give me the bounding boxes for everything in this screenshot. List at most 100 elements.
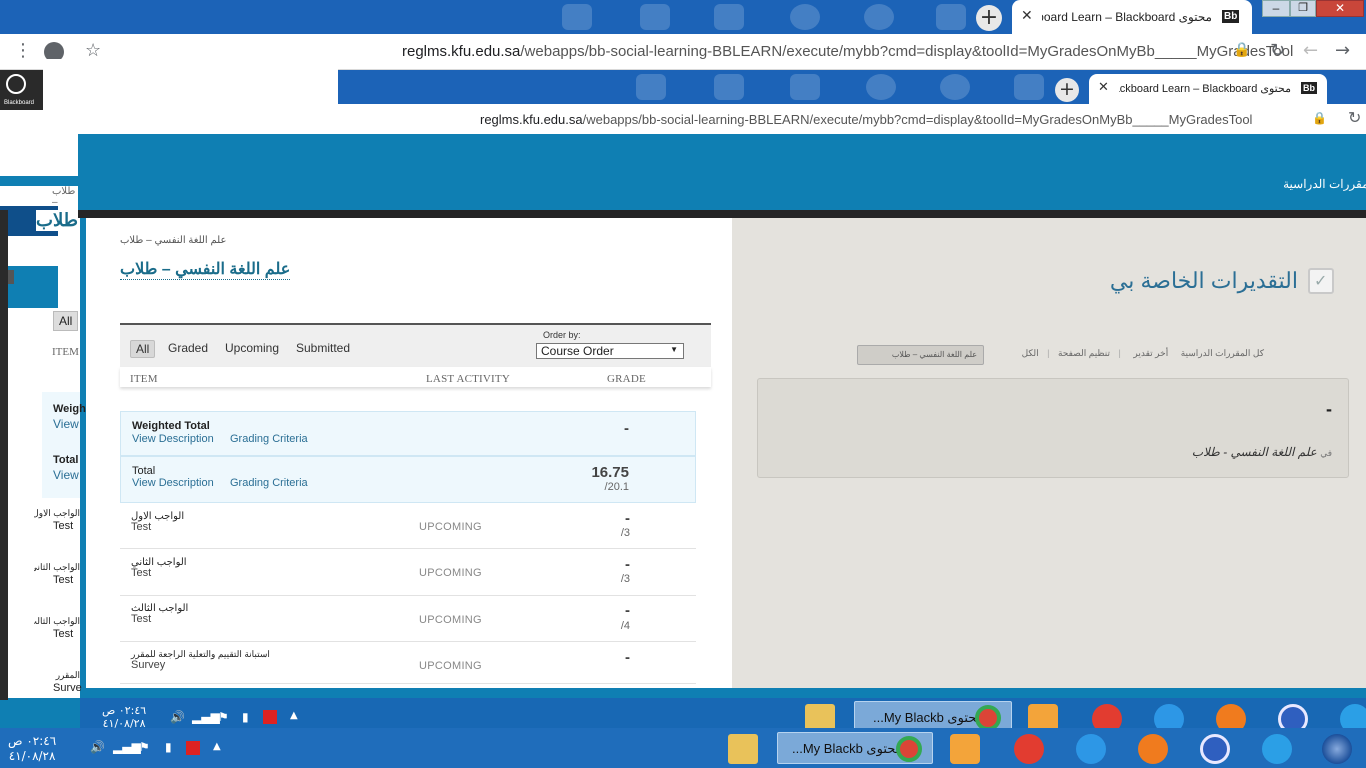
breadcrumb[interactable]: علم اللغة النفسي – طلاب — [120, 235, 226, 246]
close-window-icon[interactable]: ✕ — [1316, 0, 1364, 17]
grading-criteria-link[interactable]: Grading Criteria — [230, 433, 308, 445]
my-grades-filter-bar: كل المقررات الدراسية أخر تقدير | تنظيم ا… — [1021, 348, 1264, 358]
new-tab-button[interactable]: + — [976, 5, 1002, 31]
view-description-link[interactable]: View Description — [132, 477, 214, 489]
outer-url[interactable]: reglms.kfu.edu.sa/webapps/bb-social-lear… — [402, 43, 1293, 60]
ghost-breadcrumb: طلاب – — [52, 186, 76, 208]
inner-tab-close-icon[interactable]: ✕ — [1098, 81, 1109, 94]
order-by-select[interactable]: Course Order ▼ — [536, 343, 684, 359]
flag-icon[interactable]: ⚑ — [218, 710, 229, 724]
flag-icon[interactable]: ⚑ — [139, 740, 150, 754]
grading-criteria-link[interactable]: Grading Criteria — [230, 477, 308, 489]
inner-task-label: محتوى My Blackb... — [873, 710, 984, 725]
course-summary-card[interactable]: - في علم اللغة النفسي - طلاب — [757, 378, 1349, 478]
app-red-icon[interactable] — [1014, 734, 1044, 764]
back-arrow-icon[interactable]: ← — [1303, 42, 1318, 60]
view-description-link[interactable]: View Description — [132, 433, 214, 445]
filter-all[interactable]: الكل — [1022, 348, 1039, 358]
volume-icon[interactable]: 🔊 — [90, 740, 105, 754]
ghost-row: Test — [53, 628, 74, 640]
row-grade: - — [625, 510, 630, 527]
desktop-ghost-icon — [714, 74, 744, 100]
reload-icon[interactable]: ↻ — [1270, 42, 1285, 60]
row-status: UPCOMING — [419, 567, 482, 579]
outer-clock[interactable]: ٠٢:٤٦ ص ٤١/٠٨/٢٨ — [0, 728, 80, 768]
lightning-app-icon[interactable] — [1076, 734, 1106, 764]
filter-submitted-button[interactable]: Submitted — [296, 341, 350, 355]
table-row[interactable]: الواجب الاول Test UPCOMING - /3 — [120, 503, 696, 549]
ghost-edge — [0, 210, 8, 700]
table-row[interactable]: استبانة التقييم والتعلية الراجعة للمقرر … — [120, 642, 696, 684]
active-course-tab[interactable]: علم اللغة النفسي – طلاب — [857, 345, 984, 365]
tab-close-icon[interactable]: ✕ — [1021, 9, 1033, 23]
row-type: Test — [131, 521, 152, 533]
outer-taskbar: ٠٢:٤٦ ص ٤١/٠٨/٢٨ 🔊 ▂▄▆ ⚑ ▮ ▲ محتوى My Bl… — [0, 728, 1366, 768]
media-player-icon[interactable] — [950, 734, 980, 764]
battery-icon[interactable]: ▮ — [242, 710, 249, 724]
network-alert-icon[interactable] — [186, 741, 200, 755]
inner-active-tab[interactable]: ✕ محتوى Blackboard Learn – Blackboard Bb — [1089, 74, 1327, 104]
blackboard-favicon: Bb — [1222, 10, 1240, 23]
col-item[interactable]: ITEM — [130, 373, 158, 385]
row-title: Total — [132, 465, 156, 477]
filter-last-grade[interactable]: أخر تقدير — [1133, 348, 1168, 358]
grades-filter-bar: All Graded Upcoming Submitted Order by: … — [120, 323, 711, 367]
filter-graded-button[interactable]: Graded — [168, 341, 208, 355]
windows-start-icon[interactable] — [1322, 734, 1352, 764]
table-row[interactable]: Total View Description Grading Criteria … — [120, 456, 696, 503]
col-last-activity[interactable]: LAST ACTIVITY — [426, 373, 510, 385]
menu-dots-icon[interactable]: ⋮ — [14, 42, 32, 60]
ghost-band — [0, 176, 80, 186]
bookmark-star-icon[interactable]: ☆ — [85, 42, 101, 60]
order-by-value: Course Order — [541, 344, 614, 358]
tray-expand-icon[interactable]: ▲ — [290, 710, 298, 721]
nav-courses-link[interactable]: المقررات الدراسية — [1283, 177, 1366, 191]
outer-chrome-task[interactable]: محتوى My Blackb... — [777, 732, 933, 764]
ghost-row: Weigh — [53, 403, 86, 415]
restore-icon[interactable]: ❐ — [1290, 0, 1316, 17]
table-row[interactable]: الواجب الثالث Test UPCOMING - /4 — [120, 596, 696, 642]
inner-new-tab-button[interactable]: + — [1055, 78, 1079, 102]
filter-all-button[interactable]: All — [130, 340, 156, 358]
ghost-title: طلاب — [36, 210, 79, 231]
filter-all-courses[interactable]: كل المقررات الدراسية — [1181, 348, 1264, 358]
row-title: Weighted Total — [132, 420, 210, 432]
forward-arrow-icon[interactable]: → — [1335, 42, 1350, 60]
signal-icon[interactable]: ▂▄▆ — [113, 740, 141, 754]
filter-upcoming-button[interactable]: Upcoming — [225, 341, 279, 355]
row-possible: /20.1 — [604, 481, 629, 493]
signal-icon[interactable]: ▂▄▆ — [192, 710, 220, 724]
opera-icon[interactable] — [1200, 734, 1230, 764]
desktop-ghost-icon — [866, 74, 896, 100]
dropdown-arrow-icon: ▼ — [670, 345, 678, 354]
row-grade: 16.75 — [591, 464, 629, 481]
row-grade: - — [625, 602, 630, 619]
internet-explorer-icon[interactable] — [1262, 734, 1292, 764]
ghost-header: Blackboard — [0, 70, 43, 110]
file-explorer-icon[interactable] — [728, 734, 758, 764]
tray-expand-icon[interactable]: ▲ — [213, 741, 221, 752]
outer-active-tab[interactable]: ✕ محتوى Blackboard Learn – Blackboard Bb — [1012, 0, 1252, 34]
filter-organize-page[interactable]: تنظيم الصفحة — [1058, 348, 1110, 358]
inner-url[interactable]: reglms.kfu.edu.sa/webapps/bb-social-lear… — [480, 112, 1252, 127]
page-title: علم اللغة النفسي – طلاب — [120, 261, 291, 280]
inner-clock[interactable]: ٠٢:٤٦ ص ٤١/٠٨/٢٨ — [102, 704, 146, 730]
col-grade[interactable]: GRADE — [607, 373, 646, 385]
desktop-ghost-icon — [936, 4, 966, 30]
table-row[interactable]: Weighted Total View Description Grading … — [120, 411, 696, 456]
inner-address-bar: reglms.kfu.edu.sa/webapps/bb-social-lear… — [338, 104, 1366, 134]
ghost-title-bg: طلاب — [0, 206, 79, 236]
table-row[interactable]: الواجب الثاني Test UPCOMING - /3 — [120, 549, 696, 596]
inner-reload-icon[interactable]: ↻ — [1348, 110, 1361, 126]
ghost-blue-block — [0, 266, 58, 308]
battery-icon[interactable]: ▮ — [165, 740, 172, 754]
network-alert-icon[interactable] — [263, 710, 277, 724]
ghost-row: Test — [53, 574, 74, 586]
minimize-icon[interactable]: – — [1262, 0, 1290, 17]
inner-clock-time: ٠٢:٤٦ ص — [102, 704, 147, 717]
outer-clock-time: ٠٢:٤٦ ص — [8, 734, 57, 748]
volume-icon[interactable]: 🔊 — [170, 710, 185, 724]
power-icon — [6, 74, 26, 94]
window-controls: – ❐ ✕ — [1262, 0, 1366, 18]
firefox-icon[interactable] — [1138, 734, 1168, 764]
